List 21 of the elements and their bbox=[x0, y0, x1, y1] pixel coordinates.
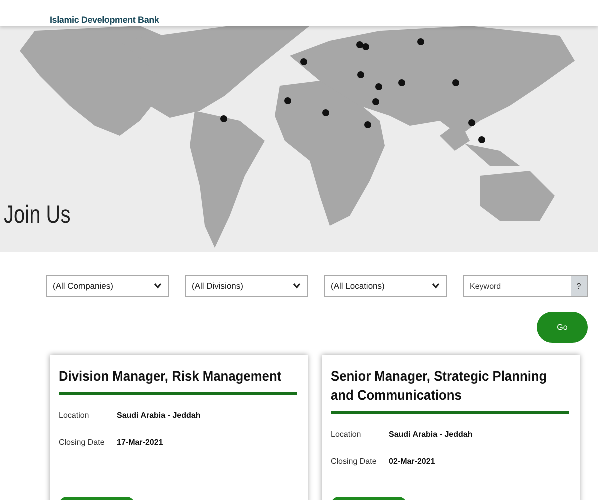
field-label: Location bbox=[59, 411, 90, 420]
chevron-down-icon bbox=[154, 283, 162, 289]
job-title: Senior Manager, Strategic Planning and Communications bbox=[331, 367, 570, 414]
keyword-field[interactable]: Keyword ? bbox=[463, 275, 588, 297]
dropdown[interactable]: (All Locations) bbox=[324, 275, 447, 297]
field-value: Saudi Arabia - Jeddah bbox=[117, 411, 202, 420]
go-button[interactable]: Go bbox=[537, 312, 588, 343]
page-title: Join Us bbox=[4, 201, 71, 230]
help-button[interactable]: ? bbox=[571, 276, 587, 296]
dropdown[interactable]: (All Divisions) bbox=[185, 275, 308, 297]
field-value: 02-Mar-2021 bbox=[389, 457, 436, 466]
chevron-down-icon bbox=[293, 283, 301, 289]
field-label: Location bbox=[331, 430, 362, 439]
chevron-down-icon bbox=[432, 283, 440, 289]
field-value: 17-Mar-2021 bbox=[117, 438, 164, 447]
field-label: Closing Date bbox=[331, 457, 378, 466]
dropdown[interactable]: (All Companies) bbox=[46, 275, 169, 297]
logo-text: Islamic Development Bank bbox=[50, 15, 160, 25]
field-label: Closing Date bbox=[59, 438, 106, 447]
job-title: Division Manager, Risk Management bbox=[59, 367, 298, 395]
field-value: Saudi Arabia - Jeddah bbox=[389, 430, 474, 439]
